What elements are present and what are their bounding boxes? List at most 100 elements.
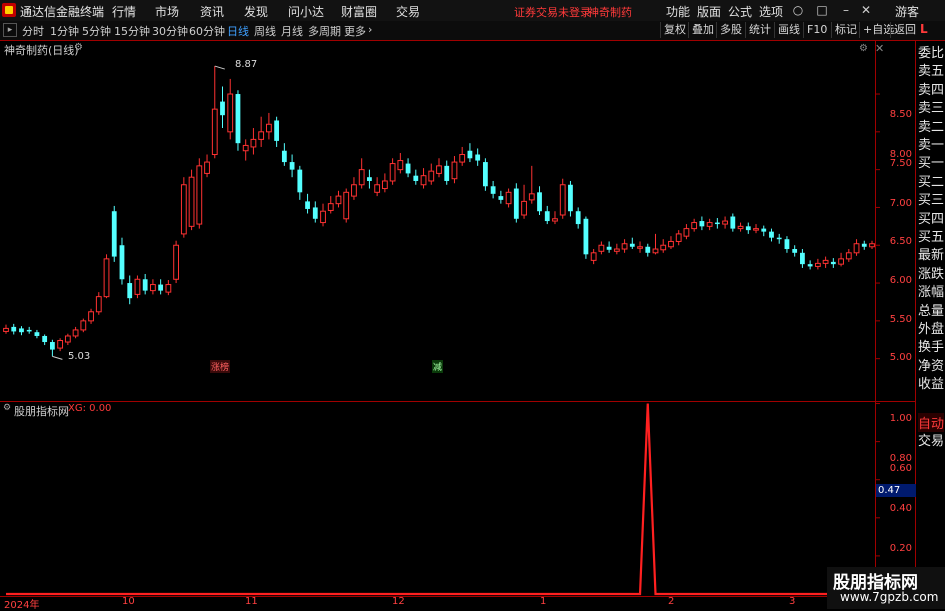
multi-stock-button[interactable]: 多股: [716, 22, 745, 38]
candle-body: [444, 165, 450, 181]
period-15min[interactable]: 15分钟: [114, 23, 150, 39]
candle-body: [660, 244, 667, 251]
toggle-panel-icon[interactable]: ▸: [3, 23, 17, 37]
candle-body: [668, 240, 674, 248]
period-multi[interactable]: 多周期: [308, 23, 341, 39]
skin-icon[interactable]: □: [814, 2, 830, 18]
menu-options[interactable]: 选项: [759, 3, 783, 20]
candle-body: [180, 184, 187, 235]
tab-trade[interactable]: 交易: [918, 430, 944, 449]
app-title: 通达信金融终端: [20, 5, 105, 19]
candle-body: [196, 165, 203, 225]
candle-body: [436, 165, 442, 174]
reduce-tag[interactable]: 减: [432, 360, 444, 373]
candle-body: [513, 188, 519, 219]
quote-field-label: 最新: [918, 248, 945, 264]
candle-body: [351, 184, 357, 197]
panel-corner-label[interactable]: L: [920, 22, 928, 36]
more-chevron-icon[interactable]: ›: [368, 23, 372, 36]
candle-body: [822, 259, 829, 264]
chart-frame: [0, 40, 916, 609]
candle-body: [111, 211, 117, 257]
menu-wealth-circle[interactable]: 财富圈: [341, 3, 377, 20]
period-daily[interactable]: 日线: [227, 23, 249, 39]
candle-body: [420, 175, 427, 186]
indicator-settings-icon[interactable]: ⚙: [3, 403, 11, 413]
guest-label[interactable]: 游客: [895, 3, 919, 20]
minimize-icon[interactable]: –: [838, 2, 854, 18]
candle-body: [830, 261, 836, 265]
kline-chart[interactable]: [0, 40, 916, 609]
candle-body: [621, 243, 628, 250]
period-weekly[interactable]: 周线: [254, 23, 276, 39]
chart-options-icon[interactable]: ⚙: [859, 43, 868, 54]
candle-body: [528, 193, 535, 201]
candle-body: [645, 246, 651, 253]
period-5min[interactable]: 5分钟: [82, 23, 111, 39]
quote-field-label: 换手: [918, 340, 945, 356]
candle-body: [127, 283, 133, 299]
candle-body: [575, 211, 581, 225]
close-icon[interactable]: ✕: [858, 2, 874, 18]
trade-login-notice[interactable]: 证券交易未登录: [514, 4, 591, 20]
candle-body: [413, 175, 419, 181]
adjust-button[interactable]: 复权: [660, 22, 689, 38]
chart-close-icon[interactable]: ✕: [875, 42, 884, 55]
candle-body: [381, 180, 388, 190]
candle-body: [211, 108, 218, 156]
candle-body: [265, 123, 272, 133]
indicator-current-value: 0.47: [876, 484, 916, 497]
candle-body: [289, 162, 295, 170]
candle-body: [173, 244, 180, 280]
rise-list-tag[interactable]: 涨榜: [210, 360, 231, 373]
menu-ask-xiaoda[interactable]: 问小达: [288, 3, 324, 20]
watermark-url: www.7gpzb.com: [840, 590, 939, 604]
period-1min[interactable]: 1分钟: [50, 23, 79, 39]
period-intraday[interactable]: 分时: [22, 23, 44, 39]
candle-body: [598, 244, 605, 252]
quote-field-label: 卖五: [918, 64, 945, 80]
quote-field-label: 委比: [918, 46, 945, 61]
period-30min[interactable]: 30分钟: [152, 23, 188, 39]
candle-body: [274, 120, 280, 141]
indicator-y-tick: 0.60: [889, 463, 912, 474]
period-more[interactable]: 更多: [344, 23, 366, 39]
candle-body: [26, 329, 32, 332]
menu-market[interactable]: 市场: [155, 3, 179, 20]
candle-body: [258, 131, 265, 140]
candle-body: [807, 264, 813, 267]
menu-trade[interactable]: 交易: [396, 3, 420, 20]
service-icon[interactable]: ○: [790, 2, 806, 18]
candle-body: [490, 186, 496, 194]
f10-button[interactable]: F10: [803, 22, 830, 38]
quote-field-label: 总量: [918, 303, 945, 319]
menu-quotes[interactable]: 行情: [112, 3, 136, 20]
candle-body: [769, 231, 774, 238]
candle-body: [776, 237, 782, 240]
period-monthly[interactable]: 月线: [281, 23, 303, 39]
candle-body: [150, 284, 156, 292]
mark-button[interactable]: 标记: [831, 22, 860, 38]
menu-news[interactable]: 资讯: [200, 3, 224, 20]
candle-body: [64, 335, 71, 343]
candle-body: [737, 225, 744, 230]
back-button[interactable]: 返回: [890, 22, 919, 38]
chart-settings-icon[interactable]: ⚙: [74, 42, 83, 53]
menu-function[interactable]: 功能: [666, 3, 690, 20]
draw-line-button[interactable]: 画线: [774, 22, 803, 38]
menu-discover[interactable]: 发现: [244, 3, 268, 20]
candle-body: [613, 248, 620, 252]
quote-field-label: 净资: [918, 358, 945, 374]
y-tick-label: 5.50: [889, 314, 912, 325]
candle-body: [498, 196, 504, 200]
indicator-series: [6, 403, 872, 596]
candle-body: [845, 252, 852, 260]
menu-formula[interactable]: 公式: [728, 3, 752, 20]
period-60min[interactable]: 60分钟: [189, 23, 225, 39]
overlay-button[interactable]: 叠加: [688, 22, 717, 38]
candle-body: [165, 284, 172, 293]
statistics-button[interactable]: 统计: [745, 22, 774, 38]
candle-body: [405, 163, 411, 174]
date-label: 12: [392, 596, 405, 607]
menu-layout[interactable]: 版面: [697, 3, 721, 20]
